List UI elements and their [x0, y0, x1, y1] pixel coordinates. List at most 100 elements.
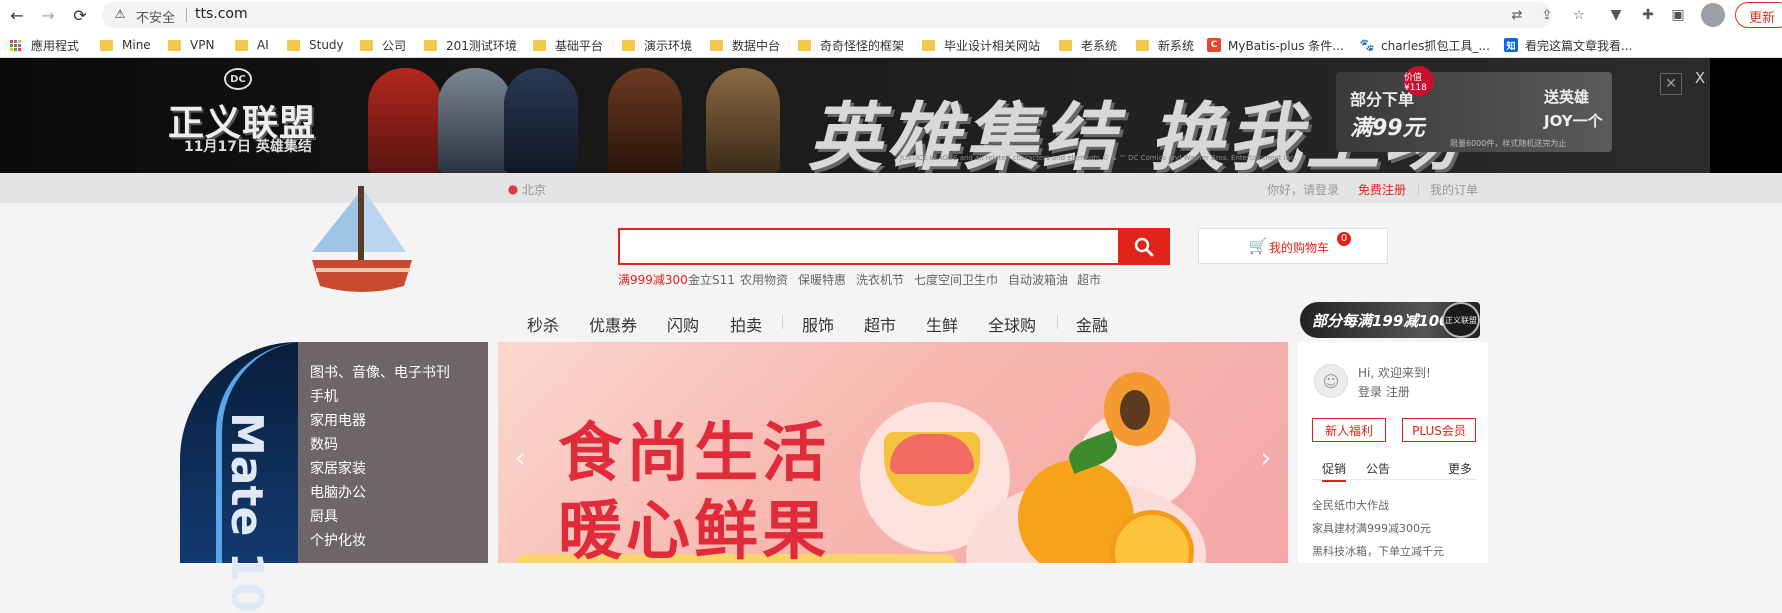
banner-close-icon[interactable]: ✕	[1660, 73, 1682, 95]
bookmark-folder[interactable]: 老系统	[1059, 36, 1117, 54]
hotword-link[interactable]: 洗衣机节	[856, 271, 904, 288]
bookmark-folder[interactable]: 公司	[360, 36, 406, 54]
forward-arrow-icon[interactable]: →	[37, 4, 59, 26]
sidebar-toggle-icon[interactable]: ▣	[1668, 5, 1688, 25]
bookmark-label: AI	[257, 38, 269, 52]
bookmark-folder[interactable]: 数据中台	[710, 36, 780, 54]
nav-apparel[interactable]: 服饰	[802, 312, 834, 336]
category-item[interactable]: 家居家装	[310, 458, 366, 478]
extension-vue-icon[interactable]: ▼	[1606, 5, 1626, 25]
panel-login-link[interactable]: 登录	[1358, 385, 1382, 399]
update-button[interactable]: 更新	[1735, 2, 1782, 28]
category-item[interactable]: 电脑办公	[310, 482, 366, 502]
site-logo[interactable]	[308, 182, 416, 294]
register-link[interactable]: 免费注册	[1358, 181, 1406, 198]
avatar-icon[interactable]: ☺	[1314, 364, 1348, 398]
tab-announcements[interactable]: 公告	[1366, 460, 1390, 477]
login-link[interactable]: 你好，请登录	[1267, 181, 1339, 198]
address-divider	[186, 8, 187, 22]
plus-member-button[interactable]: PLUS会员	[1402, 418, 1476, 442]
bookmark-apps[interactable]: 應用程式	[10, 36, 79, 54]
nav-seckill[interactable]: 秒杀	[527, 312, 559, 336]
bookmark-folder[interactable]: 毕业设计相关网站	[922, 36, 1040, 54]
tab-promotions[interactable]: 促销	[1322, 460, 1347, 482]
hotword-link[interactable]: 保暖特惠	[798, 271, 846, 288]
url-text[interactable]: tts.com	[195, 6, 248, 22]
bookmark-folder[interactable]: AI	[235, 36, 269, 54]
nav-auction[interactable]: 拍卖	[730, 312, 762, 336]
nav-global[interactable]: 全球购	[988, 312, 1036, 336]
nav-flash-sale[interactable]: 闪购	[667, 312, 699, 336]
new-user-benefits-button[interactable]: 新人福利	[1312, 418, 1386, 442]
grapefruit-flesh-image	[890, 434, 974, 474]
profile-avatar-icon[interactable]	[1701, 3, 1725, 27]
bookmark-folder[interactable]: 新系统	[1136, 36, 1194, 54]
folder-icon	[1136, 39, 1149, 51]
warning-icon[interactable]: ⚠	[112, 6, 128, 22]
bookmark-site[interactable]: C MyBatis-plus 条件...	[1207, 36, 1344, 54]
bookmark-label: 新系统	[1158, 38, 1195, 53]
nav-finance[interactable]: 金融	[1076, 312, 1108, 336]
bookmark-folder[interactable]: 201测试环境	[424, 36, 517, 54]
category-item[interactable]: 数码	[310, 434, 338, 454]
promo-gift-line2: JOY一个	[1544, 112, 1603, 130]
location-text[interactable]: 北京	[522, 181, 546, 198]
bookmark-folder[interactable]: VPN	[168, 36, 214, 54]
share-icon[interactable]: ⇪	[1538, 6, 1556, 24]
carousel-next-icon[interactable]: ›	[1254, 441, 1278, 474]
browser-toolbar: ← → ⟳ ⚠ 不安全 tts.com ⇄ ⇪ ☆ ▼ ✚ ▣ 更新	[0, 0, 1782, 30]
nav-coupons[interactable]: 优惠券	[589, 312, 637, 336]
address-bar[interactable]: ⚠ 不安全 tts.com ⇄ ⇪ ☆	[102, 2, 1585, 28]
category-item[interactable]: 厨具	[310, 506, 338, 526]
news-item[interactable]: 黑科技冰箱，下单立减千元	[1312, 543, 1444, 559]
more-link[interactable]: 更多	[1448, 460, 1472, 477]
bookmark-folder[interactable]: 奇奇怪怪的框架	[798, 36, 904, 54]
back-arrow-icon[interactable]: ←	[6, 4, 28, 26]
star-bookmark-icon[interactable]: ☆	[1570, 6, 1588, 24]
bookmark-folder[interactable]: 基础平台	[533, 36, 603, 54]
folder-icon	[710, 39, 723, 51]
bookmark-label: Study	[309, 38, 344, 52]
carousel-prev-icon[interactable]: ‹	[508, 441, 532, 474]
nav-fresh[interactable]: 生鲜	[926, 312, 958, 336]
nav-divider	[1057, 315, 1058, 329]
folder-icon	[1059, 39, 1072, 51]
category-item[interactable]: 家用电器	[310, 410, 366, 430]
top-ad-banner[interactable]: DC 正义联盟 11月17日 英雄集结 英雄集结 换我上场 JUSTICE LE…	[0, 58, 1782, 173]
panel-register-link[interactable]: 注册	[1386, 385, 1410, 399]
hotword-link[interactable]: 七度空间卫生巾	[914, 271, 998, 288]
cart-button[interactable]: 🛒 我的购物车 0	[1198, 228, 1388, 264]
banner-close-x[interactable]: X	[1690, 68, 1710, 88]
bookmark-folder[interactable]: Mine	[100, 36, 151, 54]
hero-carousel[interactable]: 食尚生活 暖心鲜果 ‹ ›	[498, 342, 1288, 563]
side-ad-text: Mate 10	[221, 412, 272, 613]
bookmark-folder[interactable]: 演示环境	[622, 36, 692, 54]
bookmark-label: charles抓包工具_...	[1381, 38, 1490, 53]
category-item[interactable]: 手机	[310, 386, 338, 406]
bookmark-site[interactable]: 🐾 charles抓包工具_...	[1360, 36, 1490, 54]
hotword-link[interactable]: 金立S11	[688, 271, 735, 288]
promo-line2: 满99元	[1350, 116, 1425, 141]
folder-icon	[922, 39, 935, 51]
search-button[interactable]	[1118, 228, 1170, 265]
extensions-puzzle-icon[interactable]: ✚	[1638, 5, 1658, 25]
news-item[interactable]: 家具建材满999减300元	[1312, 520, 1431, 536]
bookmark-folder[interactable]: Study	[287, 36, 344, 54]
folder-icon	[622, 39, 635, 51]
security-label[interactable]: 不安全	[136, 7, 175, 26]
translate-icon[interactable]: ⇄	[1508, 6, 1526, 24]
hotword-link[interactable]: 满999减300	[618, 271, 688, 288]
category-item[interactable]: 图书、音像、电子书刊	[310, 362, 450, 382]
hotword-link[interactable]: 超市	[1077, 271, 1101, 288]
hotword-link[interactable]: 农用物资	[740, 271, 788, 288]
nav-supermarket[interactable]: 超市	[864, 312, 896, 336]
category-item[interactable]: 个护化妆	[310, 530, 366, 550]
search-input[interactable]	[620, 230, 1118, 263]
reload-icon[interactable]: ⟳	[69, 4, 91, 26]
bookmark-site[interactable]: 知看完这篇文章我看...	[1504, 36, 1632, 54]
folder-icon	[168, 39, 181, 51]
orders-link[interactable]: 我的订单	[1430, 181, 1478, 198]
hotword-link[interactable]: 自动波箱油	[1008, 271, 1068, 288]
news-item[interactable]: 全民纸巾大作战	[1312, 497, 1389, 513]
logo-mast	[358, 186, 364, 260]
